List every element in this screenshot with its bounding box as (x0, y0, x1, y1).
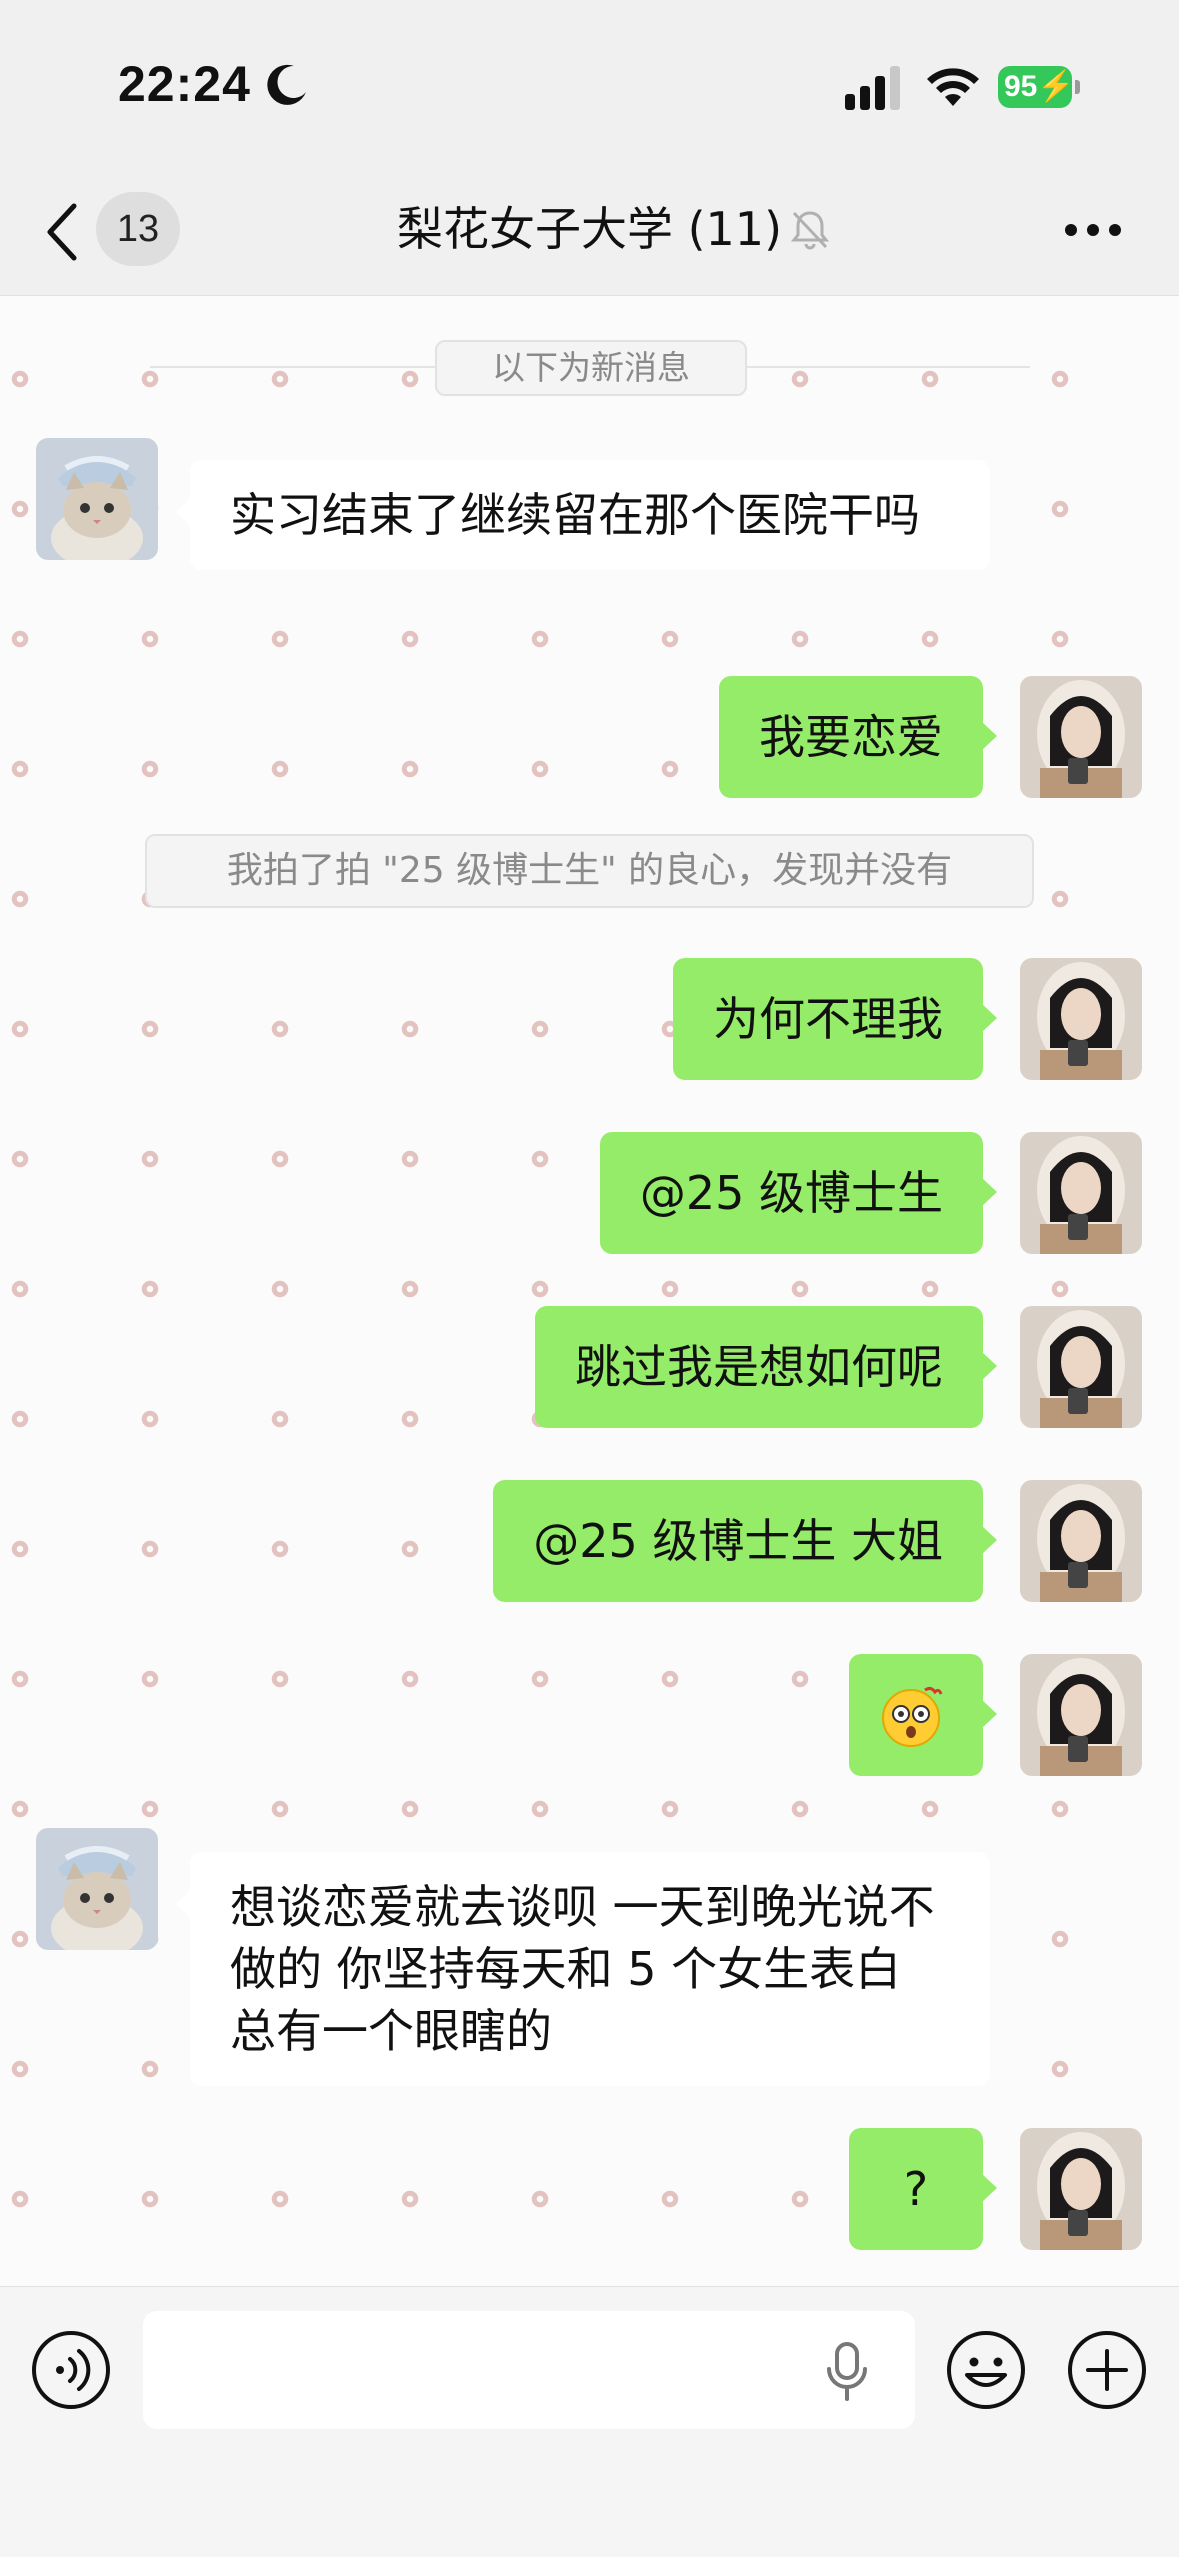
moon-icon (267, 64, 306, 105)
chat-title: 梨花女子大学 (11) (396, 202, 783, 256)
message-bubble-outgoing[interactable]: ? (849, 2128, 997, 2250)
bell-muted-icon (790, 211, 830, 250)
ellipsis-icon[interactable] (1064, 222, 1122, 238)
new-messages-divider: 以下为新消息 (435, 340, 747, 396)
message-bubble-outgoing-emoji[interactable] (849, 1654, 997, 1776)
battery-level: 95 (1004, 70, 1038, 103)
emoji-icon[interactable] (945, 2329, 1027, 2411)
message-bubble-outgoing[interactable]: 为何不理我 (673, 958, 997, 1080)
user-avatar[interactable] (1020, 1480, 1142, 1602)
flushed-face-emoji (882, 1686, 943, 1747)
user-avatar[interactable] (1020, 2128, 1142, 2250)
user-avatar[interactable] (1020, 676, 1142, 798)
status-time: 22:24 (118, 56, 251, 112)
user-avatar[interactable] (1020, 1654, 1142, 1776)
input-bar (0, 2286, 1179, 2557)
voice-icon[interactable] (30, 2329, 112, 2411)
message-bubble-incoming[interactable]: 想谈恋爱就去谈呗 一天到晚光说不做的 你坚持每天和 5 个女生表白 总有一个眼瞎… (176, 1852, 990, 2086)
wifi-icon (927, 68, 979, 106)
message-bubble-outgoing[interactable]: 跳过我是想如何呢 (535, 1306, 997, 1428)
cat-avatar[interactable] (36, 438, 158, 560)
status-bar: 22:24 95⚡ (0, 0, 1179, 170)
battery-icon: 95⚡ (998, 66, 1082, 108)
message-bubble-outgoing[interactable]: @25 级博士生 大姐 (493, 1480, 997, 1602)
signal-icon (845, 66, 900, 110)
chat-header: 13 梨花女子大学 (11) (0, 170, 1179, 296)
message-bubble-outgoing[interactable]: 我要恋爱 (719, 676, 997, 798)
microphone-icon[interactable] (822, 2341, 872, 2403)
system-notice-pat: 我拍了拍 "25 级博士生" 的良心，发现并没有 (145, 834, 1034, 908)
user-avatar[interactable] (1020, 1132, 1142, 1254)
plus-icon[interactable] (1066, 2329, 1148, 2411)
message-bubble-incoming[interactable]: 实习结束了继续留在那个医院干吗 (176, 460, 990, 570)
message-bubble-outgoing[interactable]: @25 级博士生 (599, 1132, 998, 1254)
cat-avatar[interactable] (36, 1828, 158, 1950)
message-list[interactable]: 以下为新消息 实习结束了继续留在那个医院干吗 我要恋爱 我拍了拍 "25 级博士… (0, 296, 1179, 2296)
user-avatar[interactable] (1020, 958, 1142, 1080)
user-avatar[interactable] (1020, 1306, 1142, 1428)
message-input[interactable] (143, 2311, 915, 2429)
